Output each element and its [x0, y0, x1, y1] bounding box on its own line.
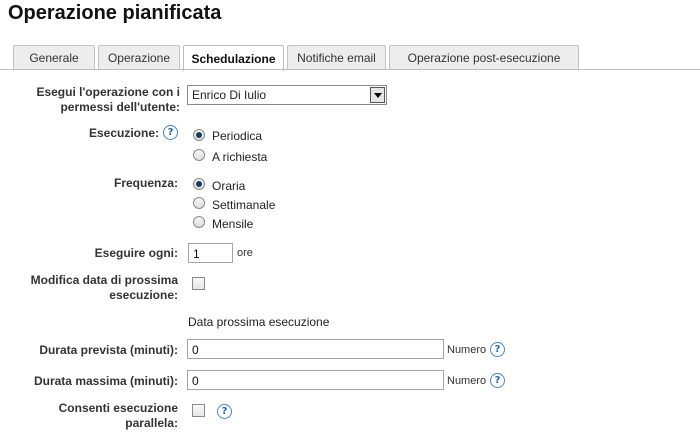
every-input[interactable] — [188, 243, 233, 263]
radio-a-richiesta-label: A richiesta — [212, 150, 268, 164]
parallel-label: Consenti esecuzione parallela: — [58, 401, 178, 430]
radio-mensile[interactable] — [193, 216, 205, 228]
radio-periodica-label: Periodica — [212, 129, 263, 143]
radio-settimanale[interactable] — [193, 197, 205, 209]
tab-divider — [0, 69, 700, 70]
page-title: Operazione pianificata — [8, 2, 222, 24]
tab-notifiche-email[interactable]: Notifiche email — [287, 45, 386, 70]
chevron-down-icon[interactable] — [370, 87, 385, 103]
run-as-user-value: Enrico Di Iulio — [192, 88, 267, 102]
tab-generale[interactable]: Generale — [13, 45, 95, 70]
help-icon[interactable]: ? — [490, 373, 505, 388]
radio-oraria-label: Oraria — [212, 179, 246, 193]
radio-a-richiesta[interactable] — [193, 149, 205, 161]
run-as-user-select[interactable]: Enrico Di Iulio — [187, 85, 387, 105]
next-run-caption: Data prossima esecuzione — [188, 315, 330, 329]
every-label: Eseguire ogni: — [94, 246, 178, 260]
radio-oraria[interactable] — [193, 178, 205, 190]
expected-duration-input[interactable] — [187, 339, 444, 359]
help-icon[interactable]: ? — [490, 342, 505, 357]
tab-operazione[interactable]: Operazione — [98, 45, 180, 70]
max-duration-label: Durata massima (minuti): — [33, 374, 178, 388]
expected-duration-label: Durata prevista (minuti): — [39, 343, 178, 357]
radio-settimanale-label: Settimanale — [212, 198, 276, 212]
radio-mensile-label: Mensile — [212, 217, 254, 231]
tab-operazione-post-esecuzione[interactable]: Operazione post-esecuzione — [389, 45, 579, 70]
parallel-checkbox[interactable] — [192, 404, 205, 417]
max-duration-hint: Numero — [447, 375, 487, 387]
help-icon[interactable]: ? — [163, 125, 178, 140]
help-icon[interactable]: ? — [217, 404, 232, 419]
max-duration-input[interactable] — [187, 370, 444, 390]
radio-periodica[interactable] — [193, 129, 205, 141]
tab-schedulazione[interactable]: Schedulazione — [183, 45, 284, 71]
frequency-label: Frequenza: — [113, 176, 178, 190]
expected-duration-hint: Numero — [447, 344, 487, 356]
run-as-label: Esegui l'operazione con i permessi dell'… — [36, 85, 180, 114]
execution-label: Esecuzione: — [88, 126, 159, 140]
modify-next-label: Modifica data di prossima esecuzione: — [30, 273, 178, 302]
every-unit: ore — [237, 247, 253, 259]
modify-next-checkbox[interactable] — [192, 277, 205, 290]
